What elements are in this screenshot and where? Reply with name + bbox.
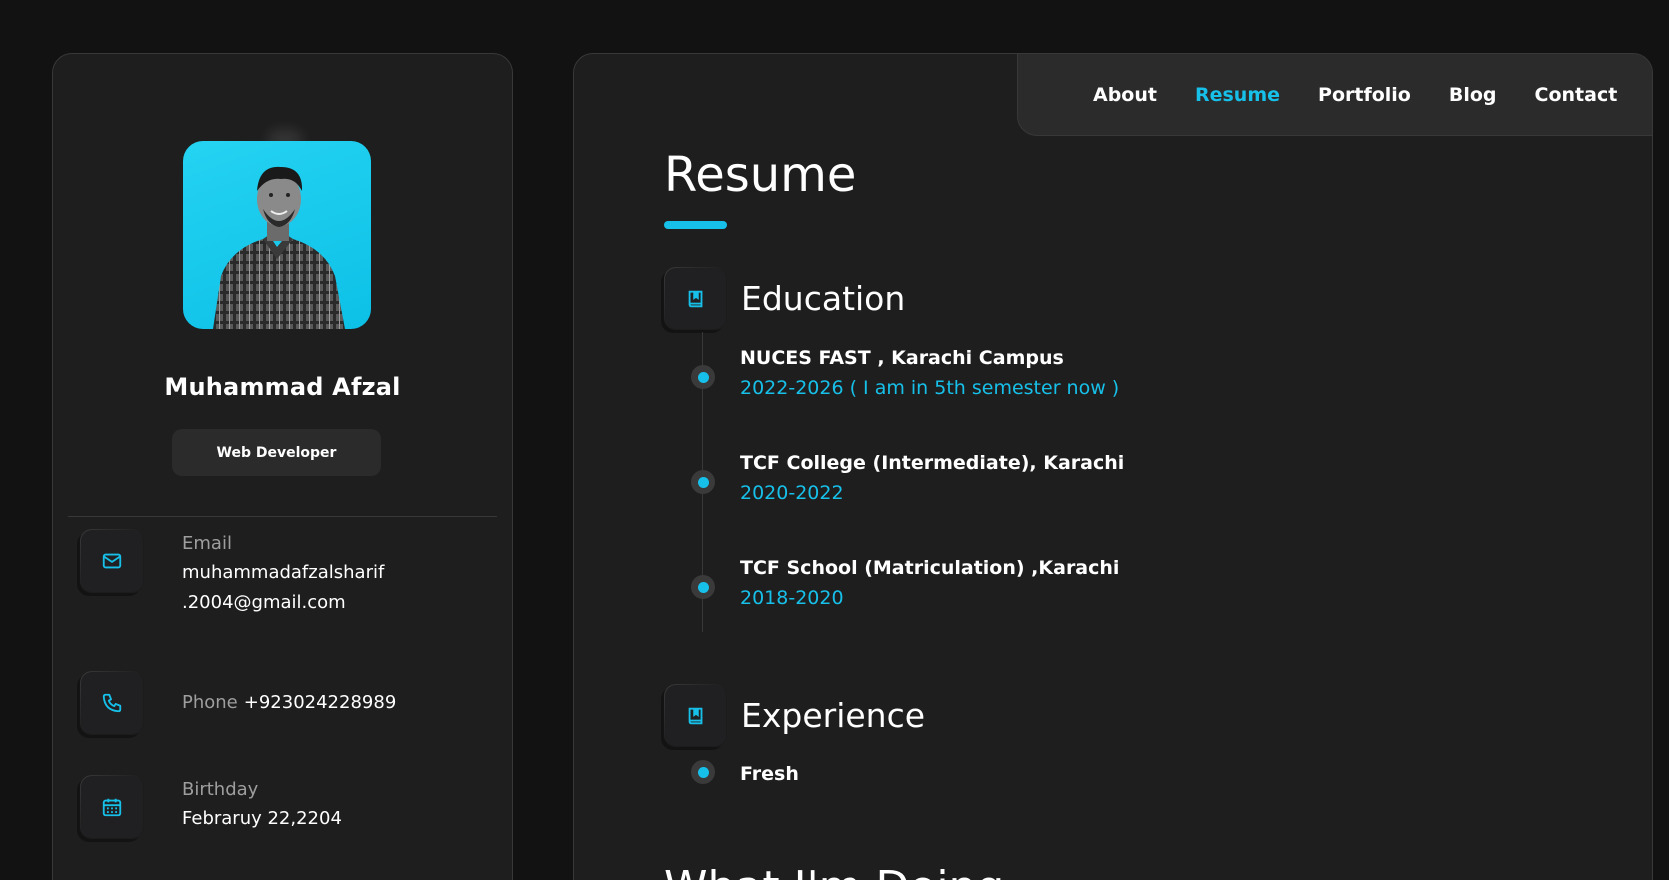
phone-value[interactable]: +923024228989 <box>244 671 397 735</box>
timeline-dot <box>691 760 715 784</box>
education-item-date: 2022-2026 ( I am in 5th semester now ) <box>740 377 1120 399</box>
book-icon <box>664 684 727 747</box>
contact-phone: Phone +923024228989 <box>80 671 396 735</box>
experience-heading: Experience <box>664 684 925 747</box>
birthday-value: Febraruy 22,2204 <box>182 808 342 829</box>
page-title: Resume <box>664 147 857 203</box>
contact-birthday: Birthday Febraruy 22,2204 <box>80 775 342 839</box>
calendar-icon <box>80 775 144 839</box>
main-content: About Resume Portfolio Blog Contact Resu… <box>573 53 1653 880</box>
top-navbar: About Resume Portfolio Blog Contact <box>1017 54 1652 136</box>
avatar-photo <box>213 166 345 329</box>
book-icon <box>664 267 727 330</box>
education-item: TCF School (Matriculation) ,Karachi 2018… <box>740 553 1119 613</box>
role-badge: Web Developer <box>172 429 381 476</box>
education-item-date: 2018-2020 <box>740 587 844 609</box>
experience-item-title: Fresh <box>740 763 799 785</box>
avatar <box>183 129 371 329</box>
education-item-title: NUCES FAST , Karachi Campus <box>740 347 1064 369</box>
experience-item: Fresh <box>740 759 799 789</box>
nav-resume[interactable]: Resume <box>1195 84 1280 106</box>
profile-name: Muhammad Afzal <box>164 373 401 401</box>
timeline-dot <box>691 365 715 389</box>
timeline-dot <box>691 470 715 494</box>
email-value-line2[interactable]: .2004@gmail.com <box>182 588 384 618</box>
title-underline <box>664 221 727 229</box>
nav-contact[interactable]: Contact <box>1535 84 1618 106</box>
education-item-title: TCF School (Matriculation) ,Karachi <box>740 557 1120 579</box>
phone-label: Phone <box>182 692 238 713</box>
nav-about[interactable]: About <box>1093 84 1157 106</box>
birthday-label: Birthday <box>182 779 259 800</box>
section-title-what-im-doing: What I'm Doing <box>664 862 1004 880</box>
mail-icon <box>80 529 144 593</box>
education-heading: Education <box>664 267 905 330</box>
education-title: Education <box>741 279 906 318</box>
education-item: TCF College (Intermediate), Karachi 2020… <box>740 448 1124 508</box>
timeline-dot <box>691 575 715 599</box>
education-item-date: 2020-2022 <box>740 482 844 504</box>
education-item: NUCES FAST , Karachi Campus 2022-2026 ( … <box>740 343 1119 403</box>
email-label: Email <box>182 533 232 554</box>
experience-title: Experience <box>741 696 926 735</box>
sidebar-divider <box>68 516 497 517</box>
profile-sidebar: Muhammad Afzal Web Developer Email muham… <box>52 53 513 880</box>
nav-blog[interactable]: Blog <box>1449 84 1497 106</box>
phone-icon <box>80 671 144 735</box>
education-item-title: TCF College (Intermediate), Karachi <box>740 452 1125 474</box>
nav-portfolio[interactable]: Portfolio <box>1318 84 1411 106</box>
email-value-line1[interactable]: muhammadafzalsharif <box>182 558 384 588</box>
contact-email: Email muhammadafzalsharif .2004@gmail.co… <box>80 529 384 618</box>
